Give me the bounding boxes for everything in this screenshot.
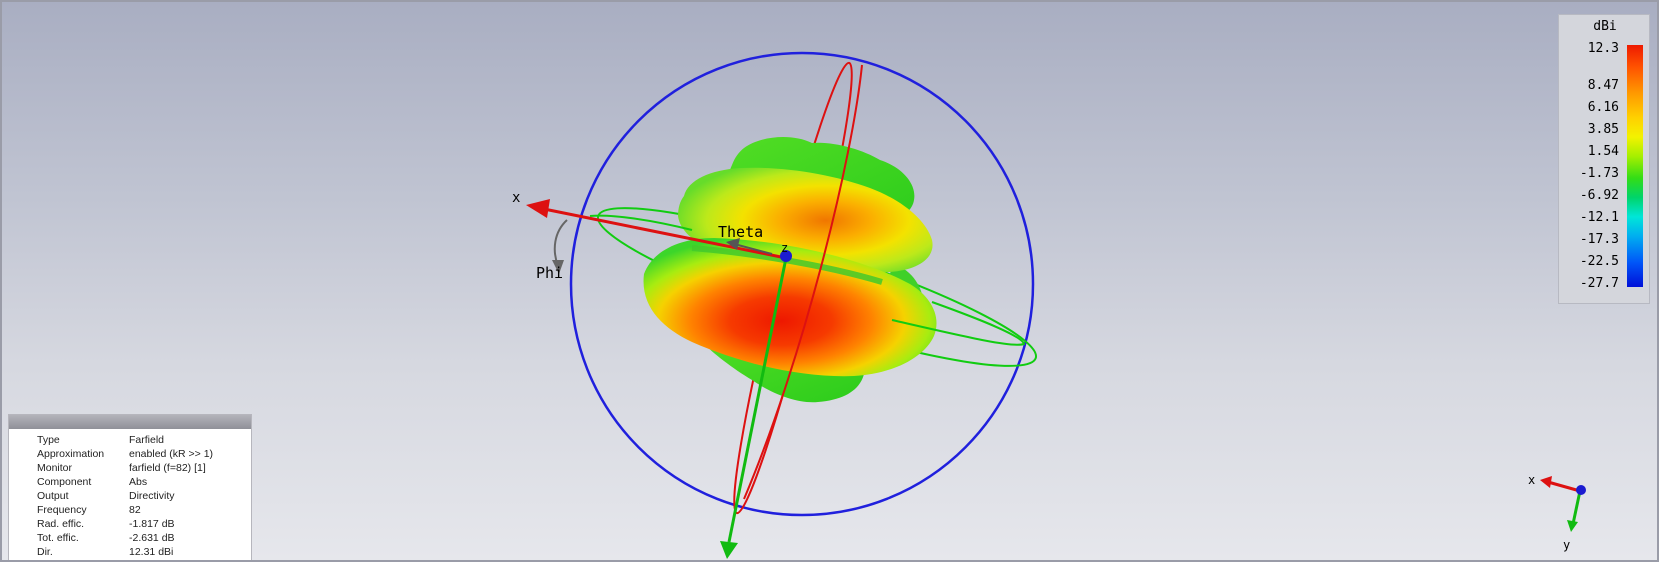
- legend-color-bar: [1627, 45, 1643, 287]
- legend-tick: 6.16: [1587, 100, 1619, 115]
- legend-tick: -17.3: [1579, 232, 1619, 247]
- z-axis-label: z: [781, 241, 788, 255]
- info-value: Farfield: [129, 434, 165, 446]
- info-label: Component: [37, 476, 92, 488]
- gizmo-x-axis: [1547, 480, 1581, 493]
- info-label: Type: [37, 434, 60, 446]
- info-row: Approximation enabled (kR >> 1): [9, 447, 253, 461]
- gizmo-y-label: y: [1563, 538, 1570, 552]
- info-panel-header: [9, 415, 251, 429]
- info-value: enabled (kR >> 1): [129, 448, 214, 460]
- legend-tick: -27.7: [1579, 276, 1619, 291]
- gizmo-y-axis: [1571, 490, 1582, 525]
- legend-tick: -22.5: [1579, 254, 1619, 269]
- legend-tick: 12.3: [1587, 41, 1619, 56]
- info-row: Dir. 12.31 dBi: [9, 545, 253, 559]
- info-label: Dir.: [37, 546, 53, 558]
- radiation-pattern: [643, 136, 937, 403]
- legend-tick: 1.54: [1587, 144, 1619, 159]
- info-label: Rad. effic.: [37, 518, 85, 530]
- info-value: -2.631 dB: [129, 532, 175, 544]
- info-row: Component Abs: [9, 475, 253, 489]
- info-value: Directivity: [129, 490, 175, 502]
- legend-tick: -6.92: [1579, 188, 1619, 203]
- phi-label: Phi: [536, 264, 563, 282]
- info-label: Approximation: [37, 448, 105, 460]
- info-label: Frequency: [37, 504, 87, 516]
- info-row: Output Directivity: [9, 489, 253, 503]
- info-row: Rad. effic. -1.817 dB: [9, 517, 253, 531]
- gizmo-z-marker: [1576, 485, 1586, 495]
- legend-tick: -12.1: [1579, 210, 1619, 225]
- gizmo-y-arrowhead: [1567, 520, 1578, 532]
- color-scale-legend: dBi 12.3 8.47 6.16 3.85 1.54 -1.73 -6.92…: [1558, 14, 1650, 304]
- gizmo-x-label: x: [1528, 473, 1535, 487]
- legend-tick: 8.47: [1587, 78, 1619, 93]
- theta-label: Theta: [718, 223, 763, 241]
- info-row: Monitor farfield (f=82) [1]: [9, 461, 253, 475]
- info-label: Monitor: [37, 462, 73, 474]
- x-axis-label: x: [512, 190, 520, 206]
- info-row: Type Farfield: [9, 433, 253, 447]
- x-axis-arrowhead: [526, 199, 550, 218]
- phi-arrow: [553, 219, 568, 267]
- legend-tick: -1.73: [1579, 166, 1619, 181]
- info-value: 82: [129, 504, 141, 516]
- farfield-info-panel: Type Farfield Approximation enabled (kR >>…: [8, 414, 253, 560]
- legend-unit: dBi: [1593, 19, 1617, 34]
- info-value: 12.31 dBi: [129, 546, 174, 558]
- y-axis-arrowhead: [720, 541, 738, 559]
- gizmo-x-arrowhead: [1540, 476, 1552, 488]
- info-label: Tot. effic.: [37, 532, 79, 544]
- info-label: Output: [37, 490, 69, 502]
- info-value: farfield (f=82) [1]: [129, 462, 206, 474]
- info-row: Tot. effic. -2.631 dB: [9, 531, 253, 545]
- legend-tick: 3.85: [1587, 122, 1619, 137]
- farfield-3d-viewport[interactable]: x Theta Phi z x y dBi 12.3 8.47 6.16 3.8…: [0, 0, 1659, 562]
- orientation-gizmo: x y: [1528, 473, 1586, 552]
- info-value: Abs: [129, 476, 148, 488]
- info-value: -1.817 dB: [129, 518, 175, 530]
- info-row: Frequency 82: [9, 503, 253, 517]
